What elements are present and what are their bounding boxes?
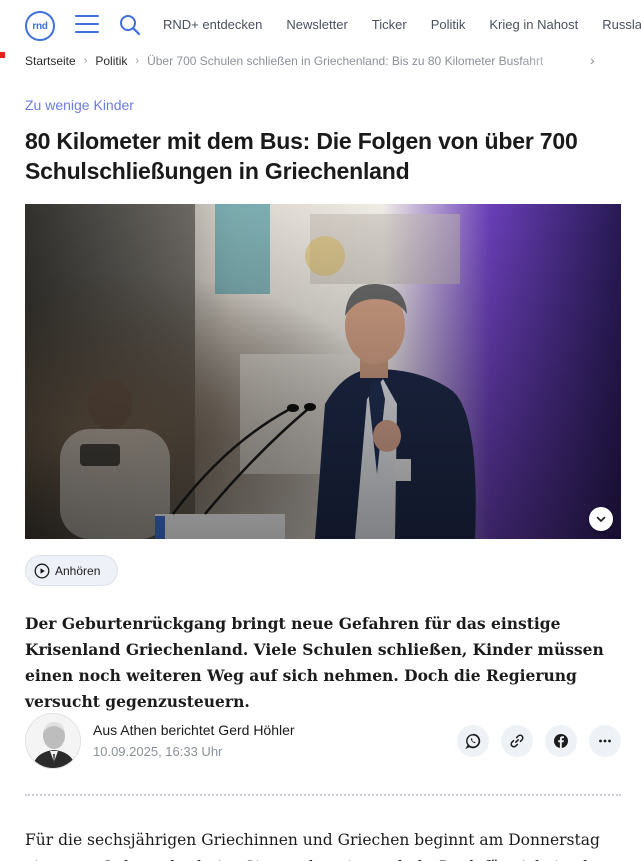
top-navigation: rnd RND+ entdecken Newsletter Ticker Pol… [0,0,641,52]
listen-button[interactable]: Anhören [25,555,118,586]
chevron-down-icon [596,516,606,522]
logo-text: rnd [32,20,48,32]
expand-caption-button[interactable] [589,507,613,531]
nav-links: RND+ entdecken Newsletter Ticker Politik… [163,17,641,32]
article-headline: 80 Kilometer mit dem Bus: Die Folgen von… [25,128,578,184]
whatsapp-icon [465,733,481,749]
breadcrumb-section[interactable]: Politik [95,54,127,68]
breadcrumb-chevron-icon: › [135,55,140,67]
brand-red-marker [0,52,5,58]
search-icon[interactable] [118,13,142,37]
author-divider [25,794,621,796]
share-whatsapp-button[interactable] [457,725,489,757]
rnd-logo[interactable]: rnd [25,11,55,41]
share-copy-link-button[interactable] [501,725,533,757]
article-lead: Der Geburtenrückgang bringt neue Gefahre… [25,614,604,711]
listen-label: Anhören [55,563,101,578]
author-byline[interactable]: Aus Athen berichtet Gerd Höhler [93,722,295,738]
nav-item-politik[interactable]: Politik [431,17,466,32]
breadcrumb-chevron-icon: › [83,55,88,67]
breadcrumb-scroll-chevron-icon[interactable]: › [590,53,604,67]
link-icon [510,734,524,748]
facebook-icon [554,734,568,748]
author-avatar[interactable] [25,713,81,769]
play-icon [34,563,50,578]
publish-date: 10.09.2025, 16:33 Uhr [93,744,223,759]
nav-item-russland[interactable]: Russland [602,17,641,32]
article-body-paragraph: Für die sechsjährigen Griechinnen und Gr… [25,831,605,861]
nav-item-nahost[interactable]: Krieg in Nahost [489,17,578,32]
breadcrumb-current: Über 700 Schulen schließen in Griechenla… [147,54,544,68]
nav-item-ticker[interactable]: Ticker [372,17,407,32]
share-more-button[interactable] [589,725,621,757]
hero-image[interactable] [25,204,621,539]
hamburger-menu-icon[interactable] [75,15,99,35]
breadcrumb-home[interactable]: Startseite [25,54,76,68]
nav-item-newsletter[interactable]: Newsletter [286,17,347,32]
article-kicker: Zu wenige Kinder [25,97,134,113]
more-icon [599,739,611,743]
breadcrumb-fade [520,52,590,70]
nav-item-rnd-plus[interactable]: RND+ entdecken [163,17,262,32]
share-facebook-button[interactable] [545,725,577,757]
